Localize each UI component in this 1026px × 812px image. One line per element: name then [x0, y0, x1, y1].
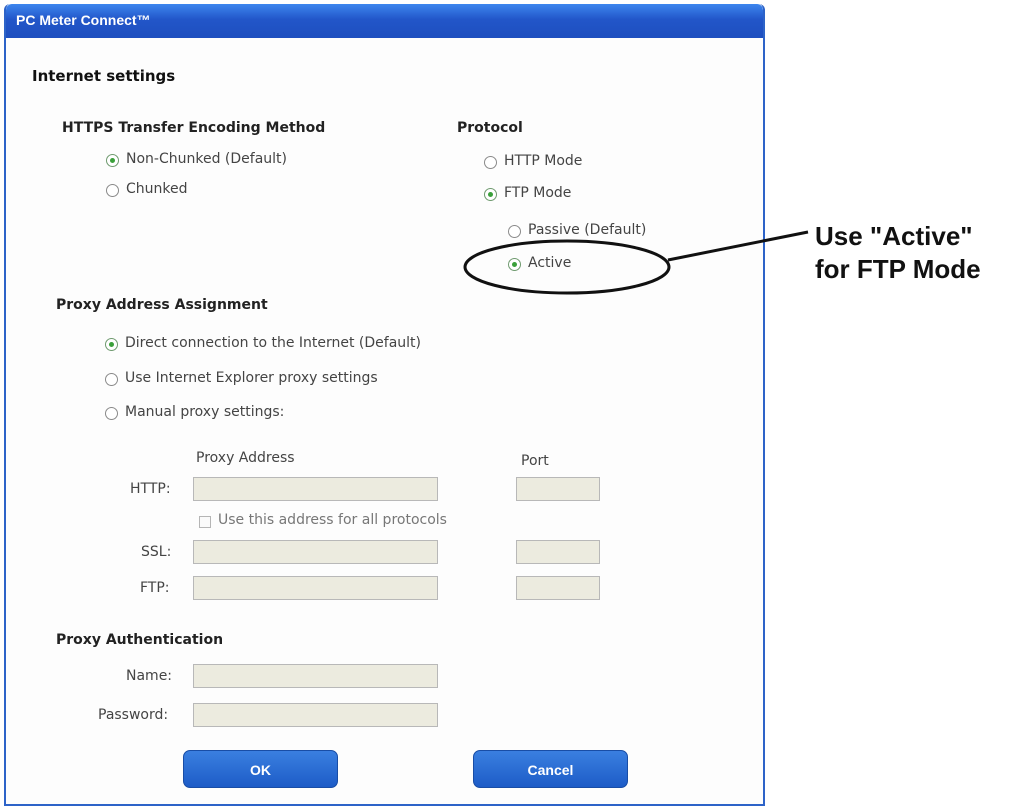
callout-ellipse	[463, 239, 671, 295]
callout-annotation	[463, 230, 809, 295]
callout-pointer-line	[667, 230, 809, 262]
callout-text: Use "Active" for FTP Mode	[815, 220, 981, 286]
callout-line-2: for FTP Mode	[815, 254, 981, 284]
callout-line-1: Use "Active"	[815, 221, 973, 251]
